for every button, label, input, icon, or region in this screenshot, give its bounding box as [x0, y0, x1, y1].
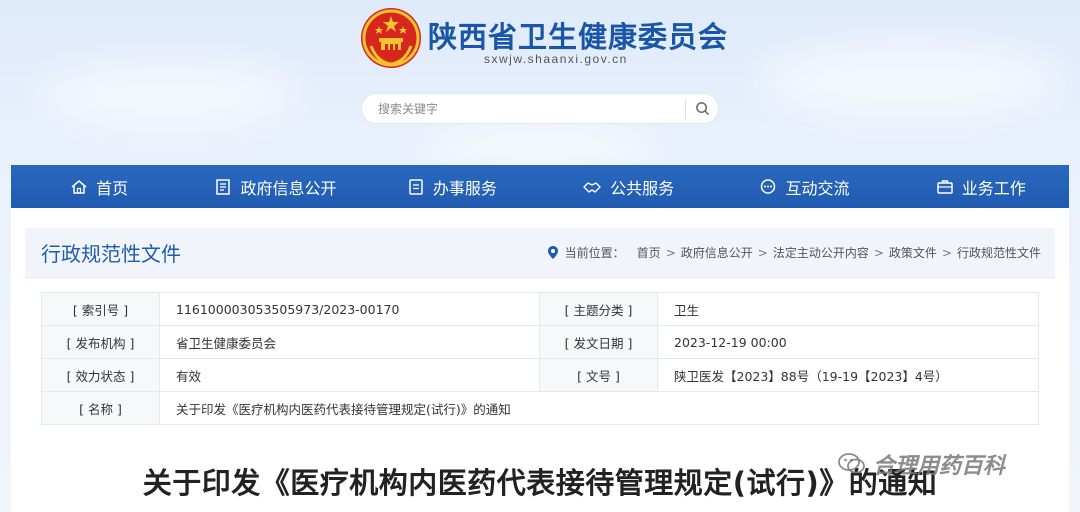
breadcrumb-label: 当前位置：: [564, 246, 625, 260]
breadcrumb-home[interactable]: 首页: [637, 244, 661, 261]
file-icon: [409, 178, 423, 195]
section-header: 行政规范性文件 当前位置： 首页 > 政府信息公开 > 法定主动公开内容 > 政…: [25, 228, 1055, 278]
topic-value: 卫生: [657, 292, 1039, 326]
site-header: 陕西省卫生健康委员会 sxwjw.shaanxi.gov.cn: [0, 0, 1080, 160]
name-label: [ 名称 ]: [41, 391, 160, 425]
briefcase-icon: [937, 179, 953, 194]
nav-item-home[interactable]: 首页: [11, 165, 187, 208]
breadcrumb-separator: >: [665, 245, 676, 260]
table-row: [ 名称 ] 关于印发《医疗机构内医药代表接待管理规定(试行)》的通知: [41, 391, 1039, 425]
site-title[interactable]: 陕西省卫生健康委员会: [428, 14, 728, 56]
org-label: [ 发布机构 ]: [41, 325, 160, 359]
table-row: [ 发布机构 ] 省卫生健康委员会 [ 发文日期 ] 2023-12-19 00…: [41, 325, 1039, 359]
watermark: 合理用药百科: [837, 448, 1005, 480]
nav-item-label: 办事服务: [432, 178, 497, 198]
breadcrumb-separator: >: [941, 245, 952, 260]
main-nav: 首页 政府信息公开 办事服务 公共服务 互动交流 业务工作: [11, 165, 1069, 208]
nav-item-label: 公共服务: [610, 178, 675, 198]
national-emblem-icon[interactable]: [359, 6, 423, 70]
breadcrumb-separator: >: [873, 245, 884, 260]
search-input[interactable]: [362, 101, 685, 116]
topic-label: [ 主题分类 ]: [539, 292, 658, 326]
status-label: [ 效力状态 ]: [41, 358, 160, 392]
docno-label: [ 文号 ]: [539, 358, 658, 392]
site-domain: sxwjw.shaanxi.gov.cn: [484, 52, 628, 66]
nav-item-services[interactable]: 办事服务: [364, 165, 540, 208]
nav-item-interaction[interactable]: 互动交流: [716, 165, 892, 208]
wechat-icon: [838, 453, 865, 474]
watermark-text: 合理用药百科: [873, 454, 1006, 479]
table-row: [ 效力状态 ] 有效 [ 文号 ] 陕卫医发【2023】88号（19-19【2…: [41, 358, 1039, 392]
nav-item-public-services[interactable]: 公共服务: [540, 165, 716, 208]
section-title: 行政规范性文件: [41, 242, 181, 266]
chat-icon: [761, 178, 776, 194]
location-pin-icon: [547, 246, 558, 259]
breadcrumb: 当前位置： 首页 > 政府信息公开 > 法定主动公开内容 > 政策文件 > 行政…: [547, 244, 1041, 261]
date-label: [ 发文日期 ]: [539, 325, 658, 359]
status-value: 有效: [159, 358, 540, 392]
nav-item-label: 首页: [96, 178, 129, 198]
date-value: 2023-12-19 00:00: [657, 325, 1039, 359]
org-value: 省卫生健康委员会: [159, 325, 540, 359]
docno-value: 陕卫医发【2023】88号（19-19【2023】4号）: [657, 358, 1039, 392]
breadcrumb-policy-docs[interactable]: 政策文件: [889, 244, 937, 261]
nav-item-label: 业务工作: [961, 178, 1026, 198]
search-box: [361, 93, 719, 124]
breadcrumb-normative-docs[interactable]: 行政规范性文件: [957, 244, 1041, 261]
handshake-icon: [583, 181, 601, 193]
document-info-table: [ 索引号 ] 116100003053505973/2023-00170 [ …: [41, 292, 1039, 425]
home-icon: [71, 179, 87, 194]
index-label: [ 索引号 ]: [41, 292, 160, 326]
table-row: [ 索引号 ] 116100003053505973/2023-00170 [ …: [41, 292, 1039, 326]
name-value: 关于印发《医疗机构内医药代表接待管理规定(试行)》的通知: [159, 391, 1039, 425]
breadcrumb-gov-info[interactable]: 政府信息公开: [681, 244, 753, 261]
nav-item-label: 互动交流: [785, 178, 850, 198]
document-list-icon: [216, 178, 231, 195]
search-icon: [695, 102, 709, 115]
nav-item-label: 政府信息公开: [240, 178, 337, 198]
nav-item-business[interactable]: 业务工作: [893, 165, 1069, 208]
breadcrumb-separator: >: [757, 245, 768, 260]
index-value: 116100003053505973/2023-00170: [159, 292, 540, 326]
search-button[interactable]: [686, 94, 718, 124]
nav-item-gov-info[interactable]: 政府信息公开: [187, 165, 363, 208]
breadcrumb-legal-disclosure[interactable]: 法定主动公开内容: [773, 244, 869, 261]
